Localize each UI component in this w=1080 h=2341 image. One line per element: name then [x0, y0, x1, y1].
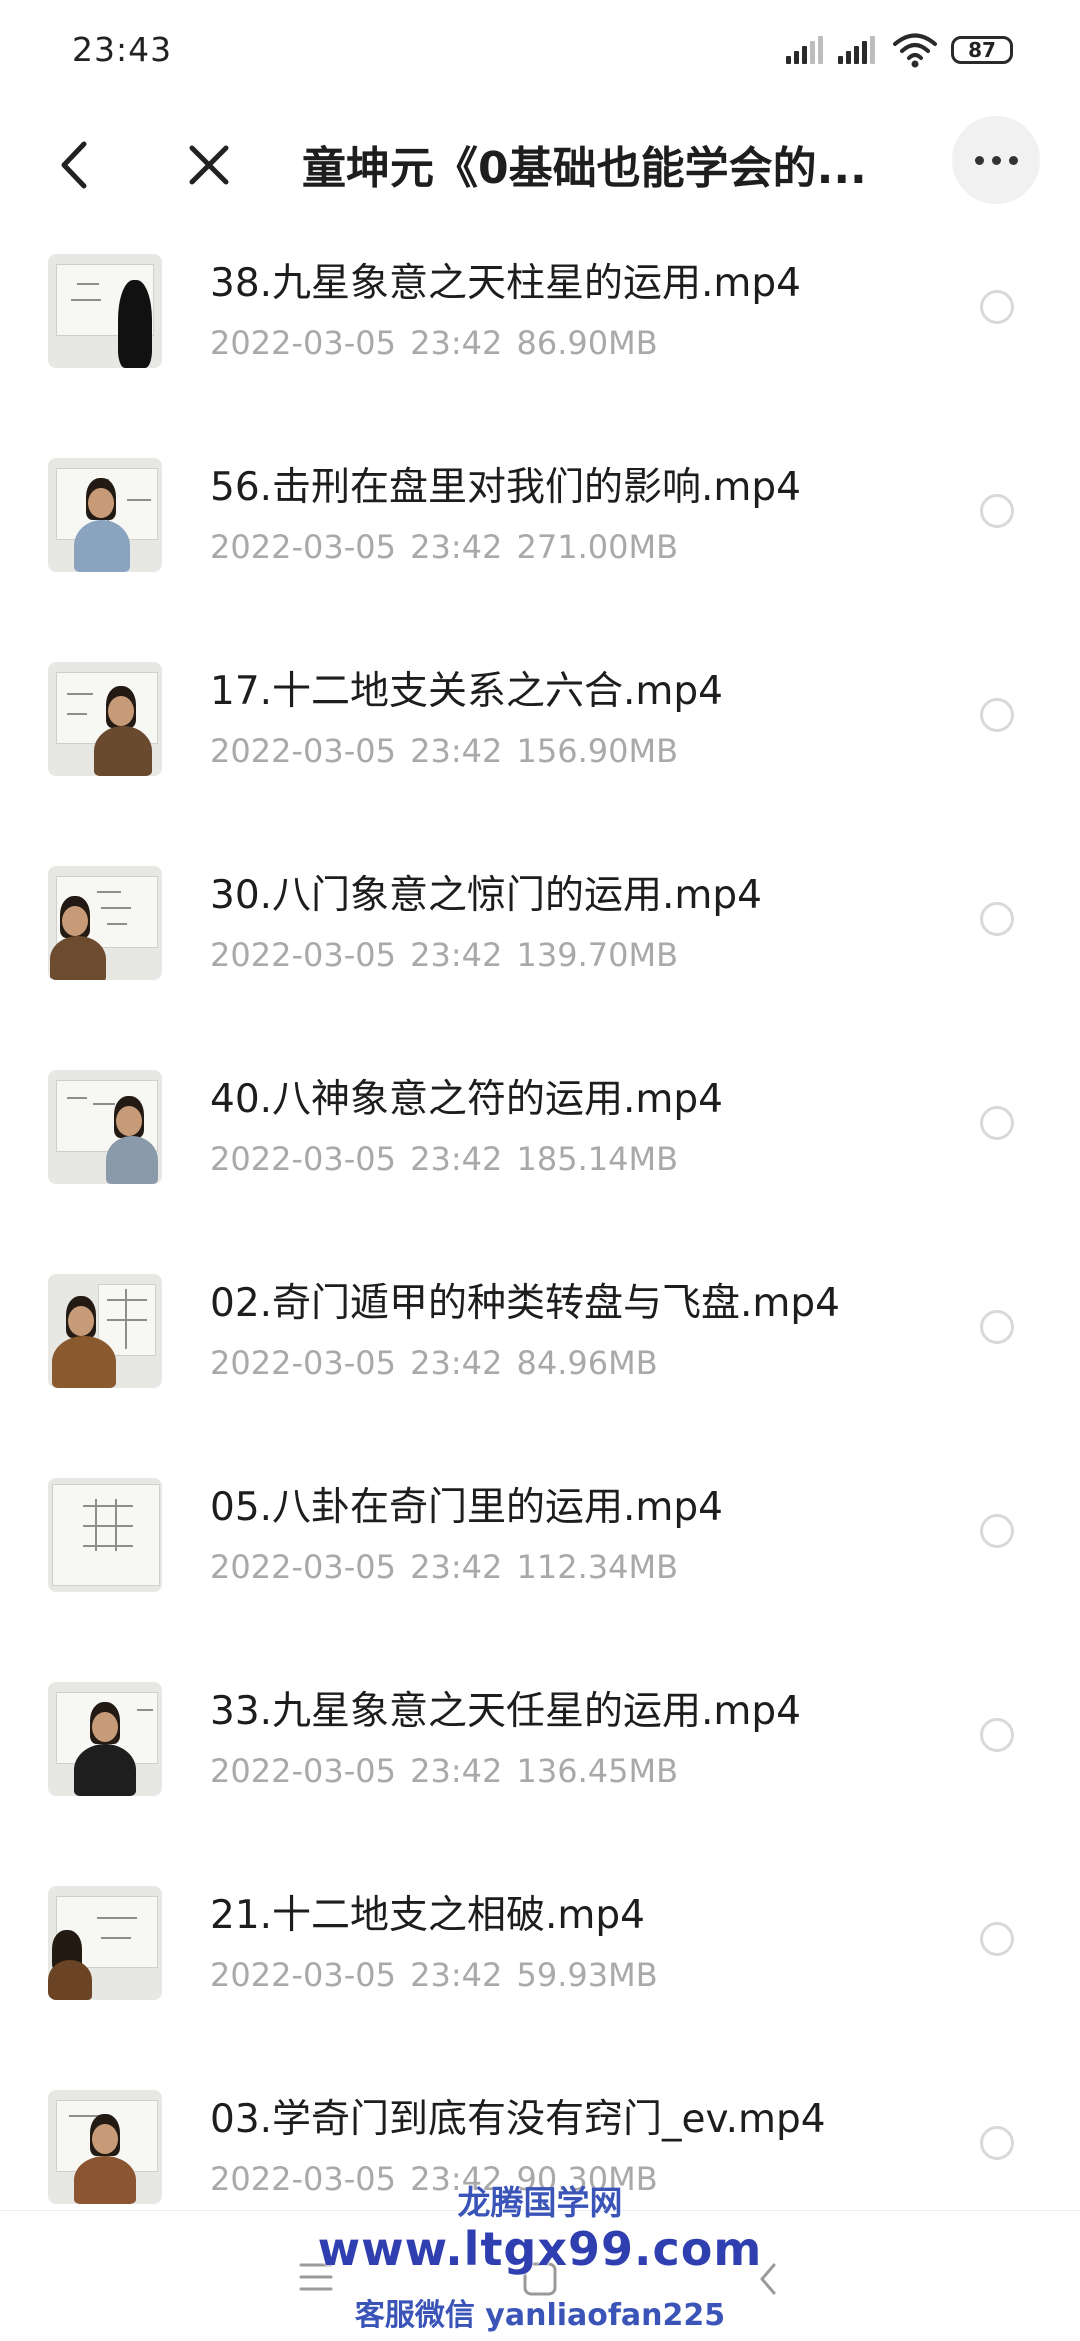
file-meta: 2022-03-05 23:42 59.93MB: [210, 1956, 658, 1994]
more-icon[interactable]: [952, 116, 1040, 204]
page-title: 童坤元《0基础也能学会的...: [302, 143, 867, 194]
watermark-contact: 客服微信 yanliaofan225: [354, 2298, 726, 2333]
select-radio[interactable]: [980, 1718, 1014, 1752]
file-meta: 2022-03-05 23:42 86.90MB: [210, 324, 658, 362]
list-item[interactable]: 05.八卦在奇门里的运用.mp4 2022-03-05 23:42 112.34…: [0, 1454, 1080, 1658]
wifi-icon: [893, 33, 937, 68]
video-thumbnail: [48, 1274, 162, 1388]
file-name: 21.十二地支之相破.mp4: [210, 1893, 645, 1938]
video-thumbnail: [48, 1682, 162, 1796]
list-item[interactable]: 40.八神象意之符的运用.mp4 2022-03-05 23:42 185.14…: [0, 1046, 1080, 1250]
file-name: 40.八神象意之符的运用.mp4: [210, 1077, 723, 1122]
signal-icon: [786, 36, 823, 64]
video-thumbnail: [48, 1070, 162, 1184]
list-item[interactable]: 56.击刑在盘里对我们的影响.mp4 2022-03-05 23:42 271.…: [0, 434, 1080, 638]
back-arrow-icon[interactable]: [48, 130, 98, 200]
file-name: 56.击刑在盘里对我们的影响.mp4: [210, 465, 801, 510]
select-radio[interactable]: [980, 902, 1014, 936]
file-meta: 2022-03-05 23:42 84.96MB: [210, 1344, 658, 1382]
file-meta: 2022-03-05 23:42 136.45MB: [210, 1752, 679, 1790]
file-meta: 2022-03-05 23:42 185.14MB: [210, 1140, 679, 1178]
file-name: 02.奇门遁甲的种类转盘与飞盘.mp4: [210, 1281, 840, 1326]
video-thumbnail: [48, 662, 162, 776]
status-time: 23:43: [72, 30, 173, 69]
select-radio[interactable]: [980, 1514, 1014, 1548]
signal-icon: [838, 36, 875, 64]
video-thumbnail: [48, 254, 162, 368]
file-meta: 2022-03-05 23:42 271.00MB: [210, 528, 679, 566]
list-item[interactable]: 21.十二地支之相破.mp4 2022-03-05 23:42 59.93MB: [0, 1862, 1080, 2066]
video-thumbnail: [48, 458, 162, 572]
select-radio[interactable]: [980, 1310, 1014, 1344]
file-name: 30.八门象意之惊门的运用.mp4: [210, 873, 762, 918]
file-meta: 2022-03-05 23:42 139.70MB: [210, 936, 679, 974]
close-icon[interactable]: [178, 130, 240, 200]
select-radio[interactable]: [980, 494, 1014, 528]
select-radio[interactable]: [980, 1922, 1014, 1956]
select-radio[interactable]: [980, 290, 1014, 324]
battery-level: 87: [968, 38, 996, 62]
list-item[interactable]: 38.九星象意之天柱星的运用.mp4 2022-03-05 23:42 86.9…: [0, 230, 1080, 434]
file-name: 03.学奇门到底有没有窍门_ev.mp4: [210, 2097, 826, 2142]
watermark-url: www.ltgx99.com: [317, 2222, 763, 2276]
status-bar: 23:43 87: [0, 0, 1080, 100]
select-radio[interactable]: [980, 698, 1014, 732]
list-item[interactable]: 30.八门象意之惊门的运用.mp4 2022-03-05 23:42 139.7…: [0, 842, 1080, 1046]
video-thumbnail: [48, 1886, 162, 2000]
file-name: 38.九星象意之天柱星的运用.mp4: [210, 261, 801, 306]
select-radio[interactable]: [980, 2126, 1014, 2160]
video-thumbnail: [48, 866, 162, 980]
file-name: 17.十二地支关系之六合.mp4: [210, 669, 723, 714]
file-name: 33.九星象意之天任星的运用.mp4: [210, 1689, 801, 1734]
file-meta: 2022-03-05 23:42 112.34MB: [210, 1548, 679, 1586]
select-radio[interactable]: [980, 1106, 1014, 1140]
video-thumbnail: [48, 1478, 162, 1592]
list-item[interactable]: 33.九星象意之天任星的运用.mp4 2022-03-05 23:42 136.…: [0, 1658, 1080, 1862]
battery-indicator: 87: [951, 36, 1013, 64]
header-bar: 童坤元《0基础也能学会的...: [0, 100, 1080, 230]
file-name: 05.八卦在奇门里的运用.mp4: [210, 1485, 723, 1530]
file-meta: 2022-03-05 23:42 156.90MB: [210, 732, 679, 770]
list-item[interactable]: 17.十二地支关系之六合.mp4 2022-03-05 23:42 156.90…: [0, 638, 1080, 842]
file-list[interactable]: 38.九星象意之天柱星的运用.mp4 2022-03-05 23:42 86.9…: [0, 230, 1080, 2210]
list-item[interactable]: 02.奇门遁甲的种类转盘与飞盘.mp4 2022-03-05 23:42 84.…: [0, 1250, 1080, 1454]
watermark-line: 龙腾国学网: [457, 2183, 623, 2222]
